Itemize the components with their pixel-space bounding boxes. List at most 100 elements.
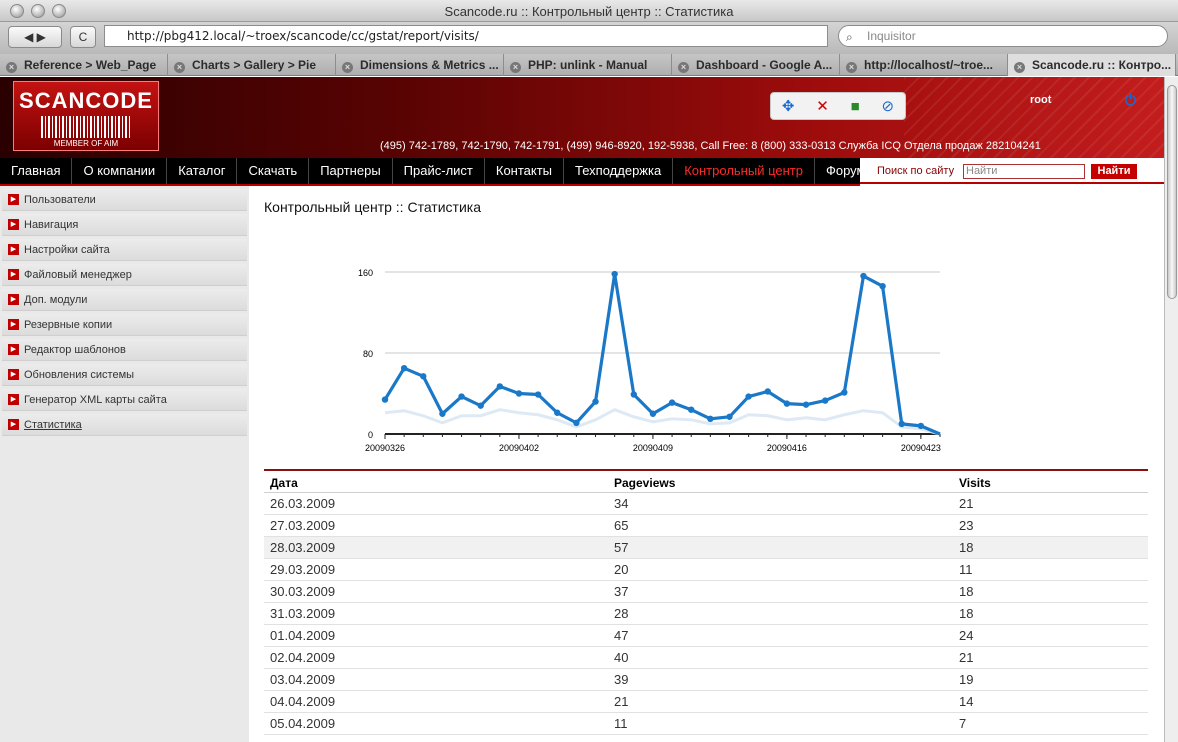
- table-row: 03.04.2009 39 19: [264, 669, 1148, 691]
- column-header-visits[interactable]: Visits: [959, 471, 991, 495]
- sidebar-item-system-updates[interactable]: ▶ Обновления системы: [2, 364, 247, 386]
- compass-icon[interactable]: ⊘: [882, 97, 895, 115]
- menu-item-pricelist[interactable]: Прайс-лист: [393, 158, 485, 184]
- reload-button[interactable]: C: [70, 26, 96, 48]
- sidebar: ▶ Пользователи ▶ Навигация ▶ Настройки сайт…: [0, 186, 249, 742]
- sidebar-item-label: Генератор XML карты сайта: [24, 394, 167, 406]
- pageviews-point: [573, 419, 580, 427]
- table-row: 01.04.2009 47 24: [264, 625, 1148, 647]
- sidebar-item-sitemap-generator[interactable]: ▶ Генератор XML карты сайта: [2, 389, 247, 411]
- pageviews-point: [649, 410, 657, 417]
- page-scrollbar[interactable]: [1164, 77, 1178, 742]
- cell-pageviews: 28: [614, 606, 629, 621]
- arrow-icon: ▶: [8, 344, 19, 355]
- cell-date: 26.03.2009: [270, 496, 336, 511]
- tab-label: Scancode.ru :: Контро...: [1032, 58, 1172, 72]
- logo-text: SCANCODE: [19, 88, 153, 113]
- arrow-icon: ▶: [8, 294, 19, 305]
- site-logo[interactable]: SCANCODE MEMBER OF AIM: [13, 81, 159, 151]
- cell-date: 03.04.2009: [270, 672, 336, 687]
- tab-charts[interactable]: × Charts > Gallery > Pie: [168, 54, 336, 76]
- menu-item-download[interactable]: Скачать: [237, 158, 310, 184]
- pageviews-point: [439, 410, 446, 417]
- cell-visits: 21: [959, 650, 974, 665]
- menu-item-about[interactable]: О компании: [72, 158, 168, 184]
- arrow-icon: ▶: [8, 369, 19, 380]
- cell-date: 28.03.2009: [270, 540, 336, 555]
- sidebar-item-backups[interactable]: ▶ Резервные копии: [2, 314, 247, 336]
- x-tick-label: 20090423: [901, 443, 941, 453]
- tools-icon[interactable]: ✕: [816, 97, 829, 115]
- menu-item-home[interactable]: Главная: [0, 158, 73, 184]
- cell-pageviews: 40: [614, 650, 629, 665]
- sidebar-item-site-settings[interactable]: ▶ Настройки сайта: [2, 239, 247, 261]
- cell-visits: 19: [959, 672, 974, 687]
- table-row: 30.03.2009 37 18: [264, 581, 1148, 603]
- close-tab-icon[interactable]: ×: [342, 62, 353, 73]
- table-header: Дата Pageviews Visits: [264, 469, 1148, 493]
- sidebar-item-modules[interactable]: ▶ Доп. модули: [2, 289, 247, 311]
- cell-visits: 14: [959, 694, 974, 709]
- cell-date: 29.03.2009: [270, 562, 336, 577]
- menu-item-control-center[interactable]: Контрольный центр: [673, 158, 815, 184]
- scrollbar-thumb[interactable]: [1167, 85, 1177, 299]
- sidebar-item-file-manager[interactable]: ▶ Файловый менеджер: [2, 264, 247, 286]
- tab-dashboard[interactable]: × Dashboard - Google A...: [672, 54, 840, 76]
- x-tick-label: 20090402: [499, 443, 539, 453]
- cell-pageviews: 21: [614, 694, 629, 709]
- sidebar-item-navigation[interactable]: ▶ Навигация: [2, 214, 247, 236]
- logout-icon[interactable]: ⏻: [1125, 92, 1136, 109]
- x-tick-label: 20090409: [633, 443, 673, 453]
- site-search-button[interactable]: Найти: [1091, 164, 1137, 179]
- site-search-input[interactable]: Найти: [963, 164, 1085, 179]
- tab-label: http://localhost/~troe...: [864, 58, 994, 72]
- tab-label: Reference > Web_Page: [24, 58, 157, 72]
- column-header-pageviews[interactable]: Pageviews: [614, 471, 675, 495]
- move-icon[interactable]: ✥: [782, 97, 795, 115]
- close-tab-icon[interactable]: ×: [174, 62, 185, 73]
- table-row: 26.03.2009 34 21: [264, 493, 1148, 515]
- sidebar-item-users[interactable]: ▶ Пользователи: [2, 189, 247, 211]
- arrow-icon: ▶: [8, 219, 19, 230]
- table-row: 05.04.2009 11 7: [264, 713, 1148, 735]
- contact-phones: (495) 742-1789, 742-1790, 742-1791, (499…: [380, 140, 1041, 152]
- sidebar-item-label: Настройки сайта: [24, 244, 110, 256]
- sidebar-item-template-editor[interactable]: ▶ Редактор шаблонов: [2, 339, 247, 361]
- menu-item-partners[interactable]: Партнеры: [309, 158, 393, 184]
- menu-item-catalog[interactable]: Каталог: [167, 158, 238, 184]
- user-name[interactable]: root: [1030, 94, 1051, 106]
- column-header-date[interactable]: Дата: [270, 471, 298, 495]
- close-tab-icon[interactable]: ×: [846, 62, 857, 73]
- tab-dimensions[interactable]: × Dimensions & Metrics ...: [336, 54, 504, 76]
- table-row: 29.03.2009 20 11: [264, 559, 1148, 581]
- close-tab-icon[interactable]: ×: [510, 62, 521, 73]
- sidebar-item-label: Статистика: [24, 419, 82, 431]
- table-row: 28.03.2009 57 18: [264, 537, 1148, 559]
- modules-icon[interactable]: ■: [851, 98, 860, 115]
- tab-reference[interactable]: × Reference > Web_Page: [0, 54, 168, 76]
- pageviews-point: [802, 401, 810, 408]
- pageviews-point: [592, 398, 599, 405]
- back-forward-button[interactable]: ◀ ▶: [8, 26, 62, 48]
- sidebar-item-statistics[interactable]: ▶ Статистика: [2, 414, 247, 436]
- cell-date: 02.04.2009: [270, 650, 336, 665]
- close-tab-icon[interactable]: ×: [6, 62, 17, 73]
- table-row: 02.04.2009 40 21: [264, 647, 1148, 669]
- menu-item-support[interactable]: Техподдержка: [564, 158, 674, 184]
- cell-visits: 23: [959, 518, 974, 533]
- main-menu: Главная О компании Каталог Скачать Партн…: [0, 158, 878, 184]
- pageviews-point: [458, 393, 465, 400]
- pageviews-point: [400, 364, 408, 372]
- cell-date: 30.03.2009: [270, 584, 336, 599]
- address-bar[interactable]: http://pbg412.local/~troex/scancode/cc/g…: [104, 25, 828, 47]
- close-tab-icon[interactable]: ×: [678, 62, 689, 73]
- tab-label: PHP: unlink - Manual: [528, 58, 648, 72]
- close-tab-icon[interactable]: ×: [1014, 62, 1025, 73]
- tab-localhost[interactable]: × http://localhost/~troe...: [840, 54, 1008, 76]
- window-title: Scancode.ru :: Контрольный центр :: Стат…: [444, 4, 734, 19]
- menu-item-contacts[interactable]: Контакты: [485, 158, 565, 184]
- tab-scancode[interactable]: × Scancode.ru :: Контро...: [1008, 54, 1176, 76]
- sidebar-item-label: Навигация: [24, 219, 79, 231]
- tab-php-unlink[interactable]: × PHP: unlink - Manual: [504, 54, 672, 76]
- browser-search-input[interactable]: Inquisitor: [838, 25, 1168, 47]
